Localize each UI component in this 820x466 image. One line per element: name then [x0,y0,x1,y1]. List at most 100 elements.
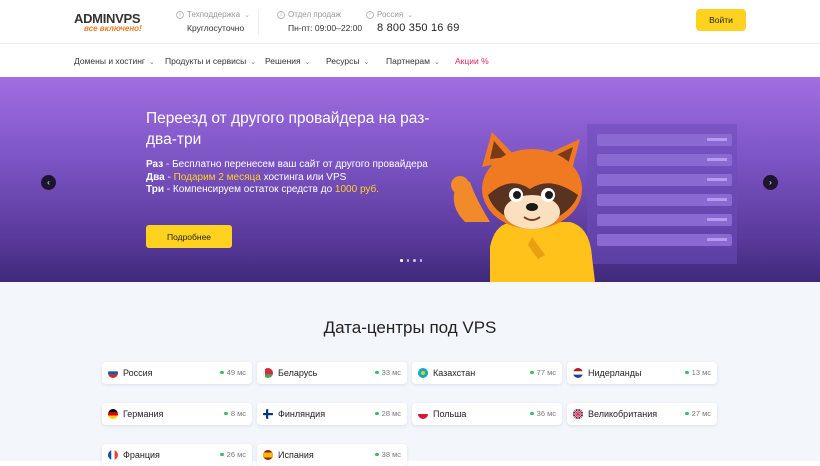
datacenter-card-france[interactable]: Франция 26 мс [102,444,252,466]
country-name: Франция [123,450,160,460]
support-hours: Круглосуточно [187,23,245,33]
step-three: Три [146,184,164,195]
logo[interactable]: ADMINVPS все включено! [74,11,158,35]
datacenter-card-netherlands[interactable]: Нидерланды 13 мс [567,362,717,384]
flag-spain-icon [263,450,273,460]
hero-line-1: Раз - Бесплатно перенесем ваш сайт от др… [146,159,428,172]
nav-item-resources[interactable]: Ресурсы ⌄ [326,56,369,66]
hero-line-2: Два - Подарим 2 месяца хостинга или VPS [146,172,428,185]
divider [258,9,259,35]
ping-text: 26 мс [226,450,246,459]
carousel-dot[interactable] [413,259,416,262]
carousel-dot[interactable] [419,259,422,262]
hero-line-3: Три - Компенсируем остаток средств до 10… [146,184,428,197]
flag-netherlands-icon [573,368,583,378]
nav-item-label: Продукты и сервисы [165,56,247,66]
ping-text: 77 мс [536,368,556,377]
step-one-text: - Бесплатно перенесем ваш сайт от другог… [163,159,428,170]
nav-item-partners[interactable]: Партнерам ⌄ [386,56,440,66]
ping-text: 27 мс [691,409,711,418]
chevron-right-icon: › [769,178,772,187]
nav-item-label: Партнерам [386,56,430,66]
nav-item-domains[interactable]: Домены и хостинг ⌄ [74,56,155,66]
ping-text: 8 мс [230,409,246,418]
step-three-highlight: 1000 руб. [334,184,380,195]
flag-uk-icon [573,409,583,419]
login-button[interactable]: Войти [696,9,746,31]
fox-mascot-illustration [451,132,595,282]
info-icon: i [277,10,285,19]
hero-banner: Переезд от другого провайдера на раз-два… [0,77,820,282]
ping-text: 49 мс [226,368,246,377]
flag-finland-icon [263,409,273,419]
top-header: ADMINVPS все включено! i Техподдержка ⌄ … [0,0,820,44]
status-dot [220,370,224,375]
status-dot [685,411,689,416]
datacenter-card-kazakhstan[interactable]: Казахстан 77 мс [412,362,562,384]
ping-text: 13 мс [691,368,711,377]
country-name: Польша [433,409,467,419]
datacenter-card-finland[interactable]: Финляндия 28 мс [257,403,407,425]
region-label: Россия [377,10,404,19]
phone-number[interactable]: 8 800 350 16 69 [377,22,460,34]
ping-text: 38 мс [381,450,401,459]
flag-belarus-icon [263,368,273,378]
ping-value: 33 мс [375,368,401,377]
step-two-sep: - [164,171,174,183]
globe-icon: ◦ [366,10,374,19]
region-block[interactable]: ◦ Россия ⌄ 8 800 350 16 69 [366,10,460,34]
ping-value: 26 мс [220,450,246,459]
country-name: Испания [278,450,314,460]
flag-kazakhstan-icon [418,368,428,378]
section-title: Дата-центры под VPS [323,318,497,337]
support-label: Техподдержка [187,10,241,19]
ping-value: 13 мс [685,368,711,377]
datacenters-section: Дата-центры под VPS Россия 49 мс Беларус… [0,282,820,466]
status-dot [220,452,224,457]
country-name: Великобритания [588,409,658,419]
sales-hours: Пн-пт: 09:00–22:00 [288,23,363,33]
ping-text: 36 мс [536,409,556,418]
hero-title: Переезд от другого провайдера на раз-два… [146,110,430,148]
chevron-down-icon: ⌄ [363,59,370,66]
country-name: Нидерланды [588,368,642,378]
country-name: Финляндия [278,409,326,419]
chevron-down-icon: ⌄ [407,11,414,19]
info-icon: i [176,10,184,19]
status-dot [375,370,379,375]
status-dot [530,370,534,375]
ping-value: 77 мс [530,368,556,377]
datacenter-card-russia[interactable]: Россия 49 мс [102,362,252,384]
flag-russia-icon [108,368,118,378]
support-block[interactable]: i Техподдержка ⌄ Круглосуточно [176,10,250,33]
carousel-next-button[interactable]: › [763,175,778,190]
datacenter-card-germany[interactable]: Германия 8 мс [102,403,252,425]
sales-label: Отдел продаж [288,10,341,19]
flag-poland-icon [418,409,428,419]
ping-text: 28 мс [381,409,401,418]
status-dot [685,370,689,375]
ping-value: 38 мс [375,450,401,459]
country-name: Беларусь [278,368,318,378]
status-dot [375,452,379,457]
country-name: Казахстан [433,368,476,378]
carousel-dots [400,259,422,262]
nav-item-products[interactable]: Продукты и сервисы ⌄ [165,56,256,66]
datacenter-card-belarus[interactable]: Беларусь 33 мс [257,362,407,384]
carousel-dot[interactable] [400,259,403,262]
ping-value: 49 мс [220,368,246,377]
status-dot [530,411,534,416]
ping-value: 28 мс [375,409,401,418]
nav-item-solutions[interactable]: Решения ⌄ [265,56,311,66]
more-details-button[interactable]: Подробнее [146,225,232,248]
country-name: Россия [123,368,153,378]
datacenter-card-uk[interactable]: Великобритания 27 мс [567,403,717,425]
datacenter-card-poland[interactable]: Польша 36 мс [412,403,562,425]
carousel-prev-button[interactable]: ‹ [41,175,56,190]
nav-item-label: Ресурсы [326,56,360,66]
carousel-dot[interactable] [406,259,409,262]
nav-item-promo[interactable]: Акции % [455,56,489,66]
datacenter-card-spain[interactable]: Испания 38 мс [257,444,407,466]
logo-slogan: все включено! [84,24,142,33]
flag-germany-icon [108,409,118,419]
